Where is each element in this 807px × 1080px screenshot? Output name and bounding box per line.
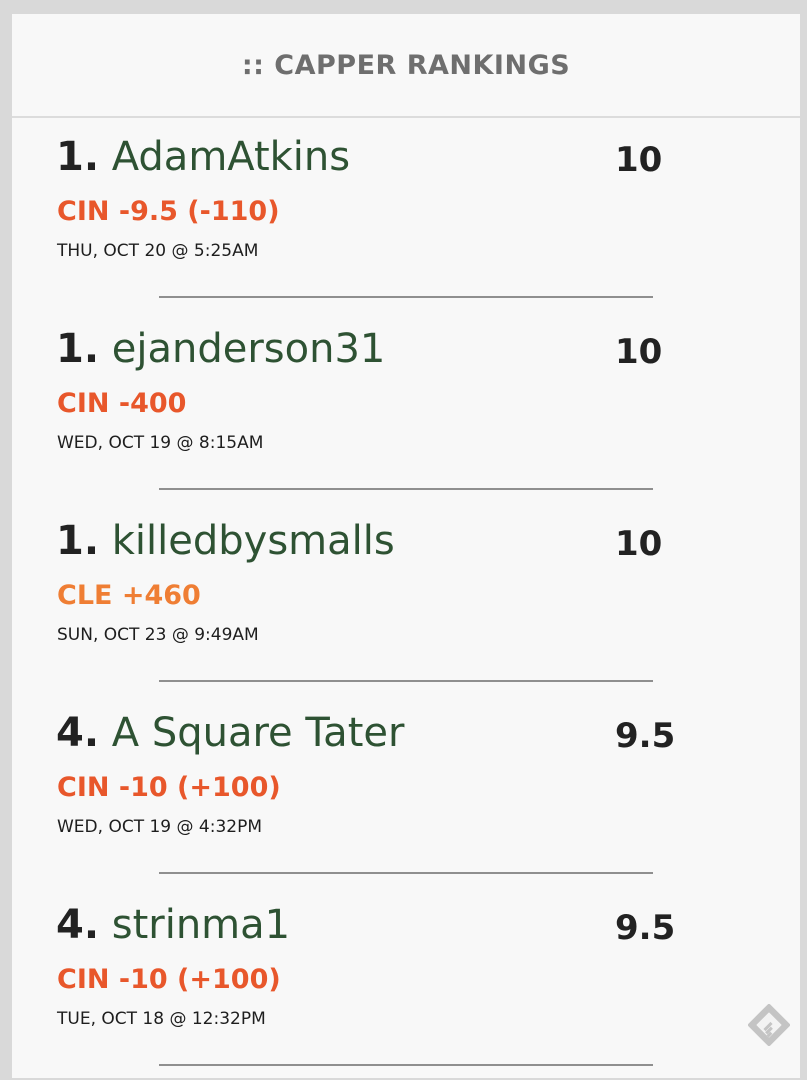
score: 10 [615,524,663,564]
rank-number: 1. [56,518,100,564]
pick-timestamp: WED, OCT 19 @ 4:32PM [57,817,263,837]
divider [159,680,653,682]
panel-header: :: CAPPER RANKINGS [12,14,800,118]
divider [159,296,653,298]
entry-heading: 1. killedbysmalls [56,516,395,566]
rank-number: 4. [56,710,100,756]
pick-line: CIN -9.5 (-110) [57,196,280,227]
pick-timestamp: SUN, OCT 23 @ 9:49AM [57,625,259,645]
ranking-entry: 1. killedbysmalls 10 CLE +460 SUN, OCT 2… [12,504,800,696]
ranking-entry: 1. AdamAtkins 10 CIN -9.5 (-110) THU, OC… [12,120,800,312]
ranking-entry: 4. A Square Tater 9.5 CIN -10 (+100) WED… [12,696,800,888]
divider [159,1064,653,1066]
rank-number: 4. [56,902,100,948]
divider [159,488,653,490]
score: 9.5 [615,908,676,948]
username-link[interactable]: A Square Tater [112,710,405,756]
rank-number: 1. [56,326,100,372]
ranking-entry: 4. strinma1 9.5 CIN -10 (+100) TUE, OCT … [12,888,800,1080]
rank-number: 1. [56,134,100,180]
username-link[interactable]: strinma1 [112,902,290,948]
username-link[interactable]: ejanderson31 [112,326,386,372]
username-link[interactable]: AdamAtkins [112,134,350,180]
pick-timestamp: TUE, OCT 18 @ 12:32PM [57,1009,266,1029]
score: 9.5 [615,716,676,756]
entry-heading: 4. A Square Tater [56,708,404,758]
pick-line: CLE +460 [57,580,201,611]
pick-timestamp: WED, OCT 19 @ 8:15AM [57,433,264,453]
pick-line: CIN -10 (+100) [57,772,281,803]
entry-heading: 1. ejanderson31 [56,324,385,374]
divider [159,872,653,874]
entry-heading: 1. AdamAtkins [56,132,350,182]
entry-heading: 4. strinma1 [56,900,290,950]
score: 10 [615,332,663,372]
pick-line: CIN -400 [57,388,187,419]
score: 10 [615,140,663,180]
feedly-icon[interactable] [747,1003,791,1047]
panel-title: :: CAPPER RANKINGS [241,49,571,81]
pick-line: CIN -10 (+100) [57,964,281,995]
username-link[interactable]: killedbysmalls [112,518,395,564]
pick-timestamp: THU, OCT 20 @ 5:25AM [57,241,259,261]
capper-rankings-panel: :: CAPPER RANKINGS 1. AdamAtkins 10 CIN … [12,14,800,1078]
ranking-entry: 1. ejanderson31 10 CIN -400 WED, OCT 19 … [12,312,800,504]
